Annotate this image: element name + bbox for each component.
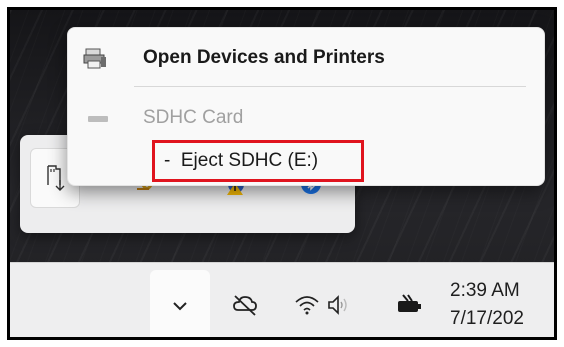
battery-icon[interactable] [396, 293, 422, 317]
eject-label: - Eject SDHC (E:) [164, 150, 319, 171]
menu-separator [134, 86, 526, 87]
clock-date: 7/17/202 [450, 308, 524, 329]
clock-time: 2:39 AM [450, 280, 520, 301]
usb-eject-icon [47, 165, 65, 191]
devices-printers-icon [83, 48, 106, 69]
chevron-down-icon [173, 302, 187, 311]
usb-context-menu: Open Devices and Printers SDHC Card - Ej… [67, 27, 545, 186]
taskbar: 2:39 AM 7/17/202 [10, 262, 554, 337]
wifi-icon[interactable] [294, 293, 320, 317]
screenshot-frame: Open Devices and Printers SDHC Card - Ej… [7, 7, 557, 340]
onedrive-offline-icon[interactable] [232, 293, 258, 317]
taskbar-clock[interactable]: 2:39 AM 7/17/202 [450, 277, 554, 333]
menu-item-sdhc-card: SDHC Card [68, 102, 544, 136]
menu-item-eject-sdhc[interactable]: - Eject SDHC (E:) [152, 140, 364, 182]
speaker-icon[interactable] [326, 293, 352, 317]
menu-item-open-devices-and-printers[interactable]: Open Devices and Printers [68, 36, 544, 80]
open-devices-label: Open Devices and Printers [143, 47, 385, 68]
sd-card-icon [88, 116, 108, 122]
device-label: SDHC Card [143, 107, 244, 128]
show-hidden-icons-button[interactable] [150, 270, 210, 337]
